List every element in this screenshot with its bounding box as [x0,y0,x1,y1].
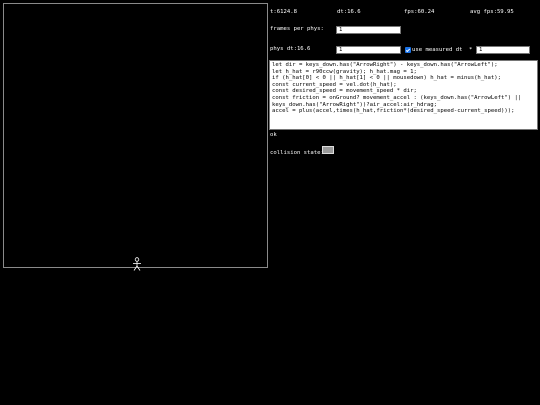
use-measured-dt-checkbox[interactable] [405,47,411,53]
code-line: accel = plus(accel,times(h_hat,friction*… [272,108,515,115]
code-line: keys_down.has("ArrowRight"))?air_accel:a… [272,101,438,108]
stick-figure-icon [133,257,141,271]
code-line: let dir = keys_down.has("ArrowRight") - … [272,62,498,68]
physics-code-editor[interactable]: let dir = keys_down.has("ArrowRight") - … [269,60,538,130]
phys-dt-label: phys dt:16.6 [270,46,311,52]
frames-per-phys-input[interactable]: 1 [336,26,401,34]
multiplier-symbol: * [469,47,473,53]
fps-readout: fps:60.24 [404,9,435,15]
dt-readout: dt:16.6 [337,9,361,15]
code-line: const desired_speed = movement_speed * d… [272,88,417,95]
collision-state-label: collision state: [270,150,324,156]
result-status: ok [270,132,277,138]
game-canvas[interactable] [3,3,268,271]
frames-per-phys-label: frames per phys: [270,26,324,32]
avg-fps-readout: avg fps:59.95 [470,9,514,15]
time-readout: t:6124.8 [270,9,297,15]
collision-state-indicator [322,146,334,154]
dt-multiplier-input[interactable]: 1 [476,46,530,54]
code-line: if (h_hat[0] < 0 || h_hat[1] < 0 || mous… [272,75,502,82]
use-measured-dt-label: use measured dt [412,47,463,53]
code-line: const current_speed = vel.dot(h_hat); [272,81,397,88]
code-line: let h_hat = r90ccw(gravity); h_hat.mag =… [272,68,417,75]
phys-dt-input[interactable]: 1 [336,46,401,54]
code-line: const friction = onGround? movement_acce… [272,94,522,101]
